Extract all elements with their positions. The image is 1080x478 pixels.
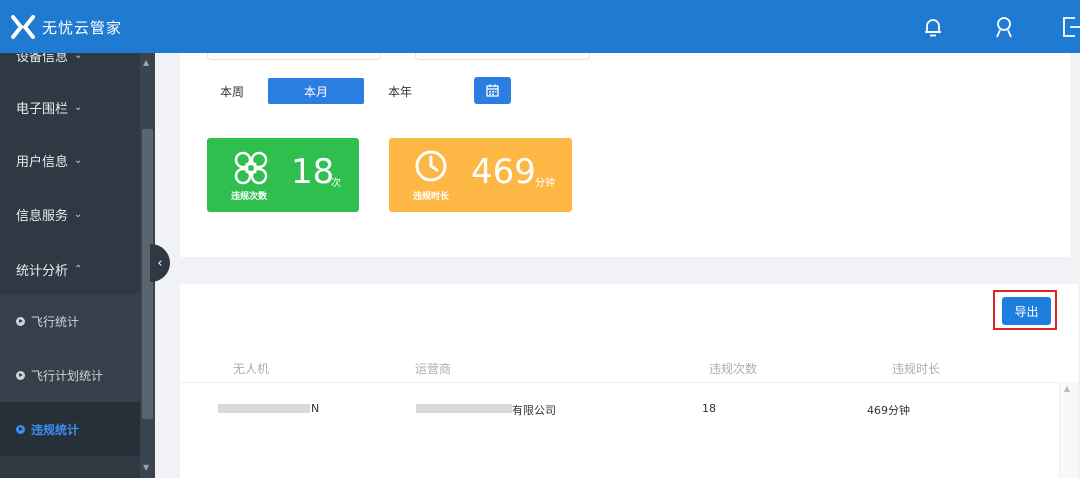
sidebar-item-label: 电子围栏 [16,101,69,117]
violation-count-card: 违规次数 18 次 [207,138,359,212]
user-icon[interactable] [992,15,1016,39]
chevron-up-icon: ⌃ [74,263,83,275]
scroll-up-icon[interactable]: ▲ [143,58,149,67]
column-header-drone[interactable]: 无人机 [233,360,269,377]
violation-table-panel [180,284,1078,478]
sidebar-subitem-flight-plan-stats[interactable]: 飞行计划统计 [0,348,140,402]
sidebar-collapse-button[interactable]: ‹ [150,244,170,282]
calendar-icon [486,84,499,97]
end-date-input[interactable] [415,53,590,60]
stat-unit: 次 [331,178,341,189]
violation-duration-card: 违规时长 469 分钟 [389,138,572,212]
bell-icon[interactable] [921,15,945,39]
top-bar: 无忧云管家 [0,0,1080,53]
stat-caption: 违规时长 [413,192,450,202]
sidebar-item-geofence[interactable]: 电子围栏 ⌄ [0,87,140,127]
chevron-down-icon: ⌄ [74,208,83,220]
column-header-violation-count[interactable]: 违规次数 [709,360,757,377]
sidebar-subitem-label: 飞行计划统计 [31,368,104,383]
cell-violation-count: 18 [702,402,716,415]
stat-unit: 分钟 [535,178,555,189]
sidebar-item-info-service[interactable]: 信息服务 ⌄ [0,194,140,234]
arrow-circle-icon [16,316,25,326]
sidebar-item-label: 统计分析 [16,263,69,279]
violation-duration-value: 469 [471,152,536,192]
cell-drone: N [311,402,320,415]
arrow-circle-icon [16,424,25,434]
chevron-down-icon: ⌄ [74,101,83,113]
app-logo[interactable]: 无忧云管家 [10,14,122,40]
sidebar-subitem-flight-stats[interactable]: 飞行统计 [0,294,140,348]
cell-violation-duration: 469分钟 [867,404,910,417]
period-week-button[interactable]: 本周 [207,78,257,104]
chevron-down-icon: ⌄ [74,154,83,166]
stat-caption: 违规次数 [231,192,268,202]
sidebar-item-label: 设备信息 [16,53,69,65]
start-date-input[interactable] [207,53,381,60]
cell-operator: 有限公司 [512,404,556,417]
sidebar-subitem-label: 违规统计 [31,422,80,437]
sidebar-item-label: 用户信息 [16,154,69,170]
calendar-button[interactable] [474,77,511,104]
drone-icon [234,151,268,185]
redacted-drone-id [218,404,310,413]
logo-mark-icon [11,15,35,39]
highlight-box [993,290,1057,330]
column-header-violation-duration[interactable]: 违规时长 [892,360,940,377]
column-header-operator[interactable]: 运营商 [415,360,451,377]
clock-icon [415,150,447,182]
arrow-circle-icon [16,370,25,380]
sidebar-item-device-info[interactable]: 设备信息 ⌄ [0,53,140,75]
chevron-left-icon: ‹ [157,255,163,271]
period-month-button[interactable]: 本月 [268,78,364,104]
table-scrollbar[interactable] [1059,382,1078,478]
table-header-divider [180,382,1058,383]
logout-icon[interactable] [1060,15,1080,39]
sidebar-item-label: 信息服务 [16,208,69,224]
sidebar-subitem-label: 飞行统计 [31,314,80,329]
sidebar-item-user-info[interactable]: 用户信息 ⌄ [0,140,140,180]
violation-count-value: 18 [291,152,335,192]
redacted-operator-name [416,404,512,413]
scroll-down-icon[interactable]: ▼ [143,463,149,472]
app-title: 无忧云管家 [42,18,123,37]
sidebar-item-statistics[interactable]: 统计分析 ⌃ [0,249,140,289]
scroll-up-icon[interactable]: ▲ [1064,384,1070,393]
sidebar: 设备信息 ⌄ 电子围栏 ⌄ 用户信息 ⌄ 信息服务 ⌄ 统计分析 ⌃ 飞行统计 … [0,53,155,478]
chevron-down-icon: ⌄ [74,53,83,61]
sidebar-subitem-violation-stats[interactable]: 违规统计 [0,402,140,456]
period-year-button[interactable]: 本年 [375,78,425,104]
